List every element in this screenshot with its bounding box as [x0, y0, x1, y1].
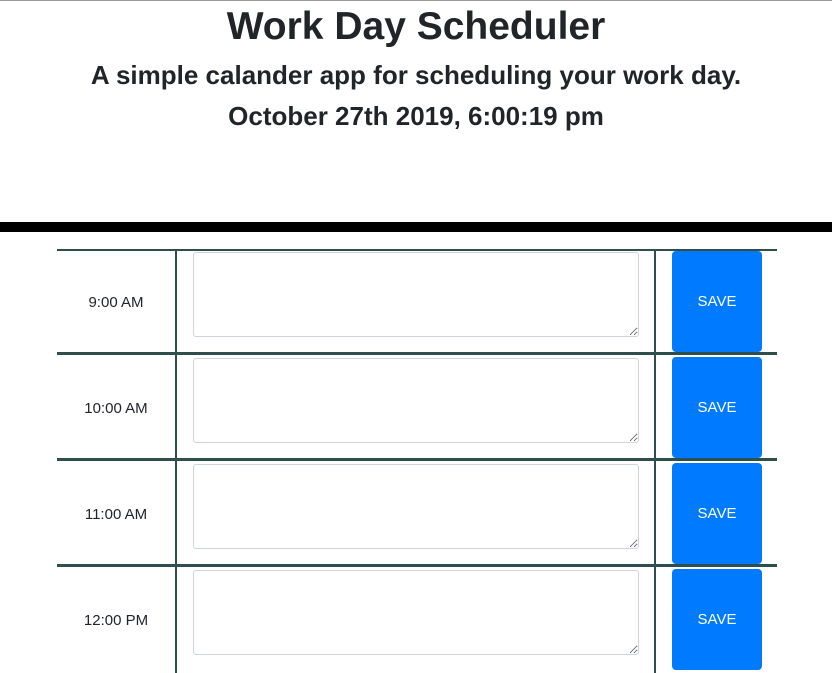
header-divider	[0, 222, 832, 232]
hour-label: 10:00 AM	[57, 355, 177, 461]
time-block-row: 9:00 AM SAVE	[57, 249, 777, 355]
save-button[interactable]: SAVE	[672, 251, 762, 352]
current-datetime: October 27th 2019, 6:00:19 pm	[228, 101, 604, 131]
page-header: Work Day Scheduler A simple calander app…	[0, 0, 832, 222]
save-button[interactable]: SAVE	[672, 463, 762, 564]
save-button[interactable]: SAVE	[672, 357, 762, 458]
schedule-container: 9:00 AM SAVE 10:00 AM SAVE 11:00 AM SAVE…	[57, 249, 777, 673]
description-cell	[177, 355, 656, 461]
page-title: Work Day Scheduler	[226, 5, 606, 48]
description-cell	[177, 249, 656, 355]
hour-label: 12:00 PM	[57, 567, 177, 673]
description-cell	[177, 567, 656, 673]
description-textarea[interactable]	[193, 464, 639, 549]
description-cell	[177, 461, 656, 567]
page-subtitle: A simple calander app for scheduling you…	[90, 60, 742, 90]
time-block-row: 12:00 PM SAVE	[57, 567, 777, 673]
time-block-row: 10:00 AM SAVE	[57, 355, 777, 461]
save-button[interactable]: SAVE	[672, 569, 762, 670]
hour-label: 9:00 AM	[57, 249, 177, 355]
description-textarea[interactable]	[193, 252, 639, 337]
hour-label: 11:00 AM	[57, 461, 177, 567]
time-block-row: 11:00 AM SAVE	[57, 461, 777, 567]
description-textarea[interactable]	[193, 570, 639, 655]
description-textarea[interactable]	[193, 358, 639, 443]
